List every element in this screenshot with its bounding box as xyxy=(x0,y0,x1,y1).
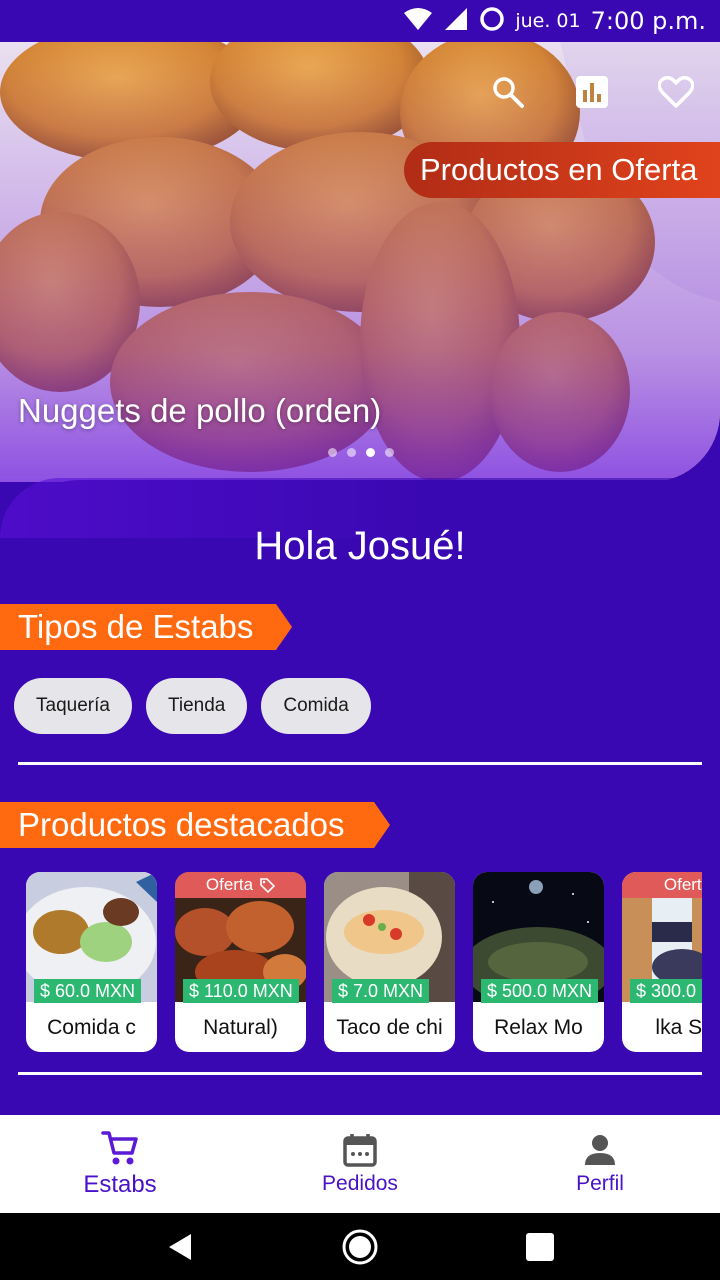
chip-taqueria[interactable]: Taquería xyxy=(14,678,132,734)
product-price: $ 300.0 xyxy=(630,979,702,1003)
divider xyxy=(18,762,702,765)
bottom-navigation: Estabs Pedidos Perfil xyxy=(0,1115,720,1213)
section-title-types: Tipos de Estabs xyxy=(0,604,292,650)
heart-icon[interactable] xyxy=(654,70,698,114)
bar-chart-icon[interactable] xyxy=(570,70,614,114)
product-price: $ 110.0 MXN xyxy=(183,979,299,1003)
section-title-featured: Productos destacados xyxy=(0,802,390,848)
carousel-dot[interactable] xyxy=(385,448,394,457)
system-navigation-bar xyxy=(0,1213,720,1280)
offer-badge-label: Oferta xyxy=(663,875,702,894)
product-price: $ 60.0 MXN xyxy=(34,979,142,1003)
back-icon[interactable] xyxy=(150,1217,210,1277)
nav-item-estabs[interactable]: Estabs xyxy=(0,1115,240,1213)
divider xyxy=(18,1072,702,1075)
calendar-icon xyxy=(343,1134,377,1167)
cart-icon xyxy=(101,1131,138,1165)
main-panel: Hola Josué! Tipos de Estabs Taquería Tie… xyxy=(0,478,720,1120)
nav-label-estabs: Estabs xyxy=(83,1171,157,1198)
status-bar: jue. 01 7:00 p.m. xyxy=(0,0,720,42)
product-name: Taco de chi xyxy=(336,1015,443,1039)
product-card[interactable]: $ 500.0 MXN Relax Mo xyxy=(473,872,604,1052)
product-name: lka Sm xyxy=(655,1015,702,1039)
product-name: Comida c xyxy=(47,1015,136,1039)
home-icon[interactable] xyxy=(330,1217,390,1277)
product-card[interactable]: $ 7.0 MXN Taco de chi xyxy=(324,872,455,1052)
product-name: Relax Mo xyxy=(494,1015,583,1039)
search-icon[interactable] xyxy=(486,70,530,114)
offer-badge: Oferta xyxy=(175,872,306,898)
featured-products-list[interactable]: $ 60.0 MXN Comida c Oferta $ 110.0 MXN N… xyxy=(26,872,702,1056)
product-name: Natural) xyxy=(203,1015,278,1039)
chip-comida[interactable]: Comida xyxy=(261,678,371,734)
establishment-type-chips: Taquería Tienda Comida xyxy=(14,678,371,734)
product-card[interactable]: Oferta $ 300.0 lka Sm xyxy=(622,872,702,1052)
nav-item-perfil[interactable]: Perfil xyxy=(480,1115,720,1213)
offer-badge: Oferta xyxy=(622,872,702,898)
offer-badge-label: Oferta xyxy=(205,875,254,894)
carousel-dot[interactable] xyxy=(347,448,356,457)
offers-button[interactable]: Productos en Oferta xyxy=(404,142,720,198)
product-price: $ 500.0 MXN xyxy=(481,979,599,1003)
nav-label-pedidos: Pedidos xyxy=(322,1172,398,1195)
chip-tienda[interactable]: Tienda xyxy=(145,678,248,734)
nav-item-pedidos[interactable]: Pedidos xyxy=(240,1115,480,1213)
carousel-dots xyxy=(328,448,394,457)
product-card[interactable]: Oferta $ 110.0 MXN Natural) xyxy=(175,872,306,1052)
wifi-icon xyxy=(403,7,433,36)
greeting: Hola Josué! xyxy=(254,524,466,568)
recents-icon[interactable] xyxy=(510,1217,570,1277)
nav-label-perfil: Perfil xyxy=(576,1172,624,1195)
hero-actions xyxy=(486,70,698,114)
carousel-dot[interactable] xyxy=(328,448,337,457)
status-time: 7:00 p.m. xyxy=(590,7,706,35)
product-price: $ 7.0 MXN xyxy=(332,979,430,1003)
person-icon xyxy=(585,1135,615,1165)
battery-ring-icon xyxy=(479,6,505,37)
status-date: jue. 01 xyxy=(515,10,581,32)
carousel-dot-active[interactable] xyxy=(366,448,375,457)
tag-icon xyxy=(260,878,276,893)
hero-product-title: Nuggets de pollo (orden) xyxy=(18,392,382,429)
product-card[interactable]: $ 60.0 MXN Comida c xyxy=(26,872,157,1052)
hero-carousel[interactable]: Productos en Oferta Nuggets de pollo (or… xyxy=(0,42,720,482)
signal-icon xyxy=(443,7,469,36)
